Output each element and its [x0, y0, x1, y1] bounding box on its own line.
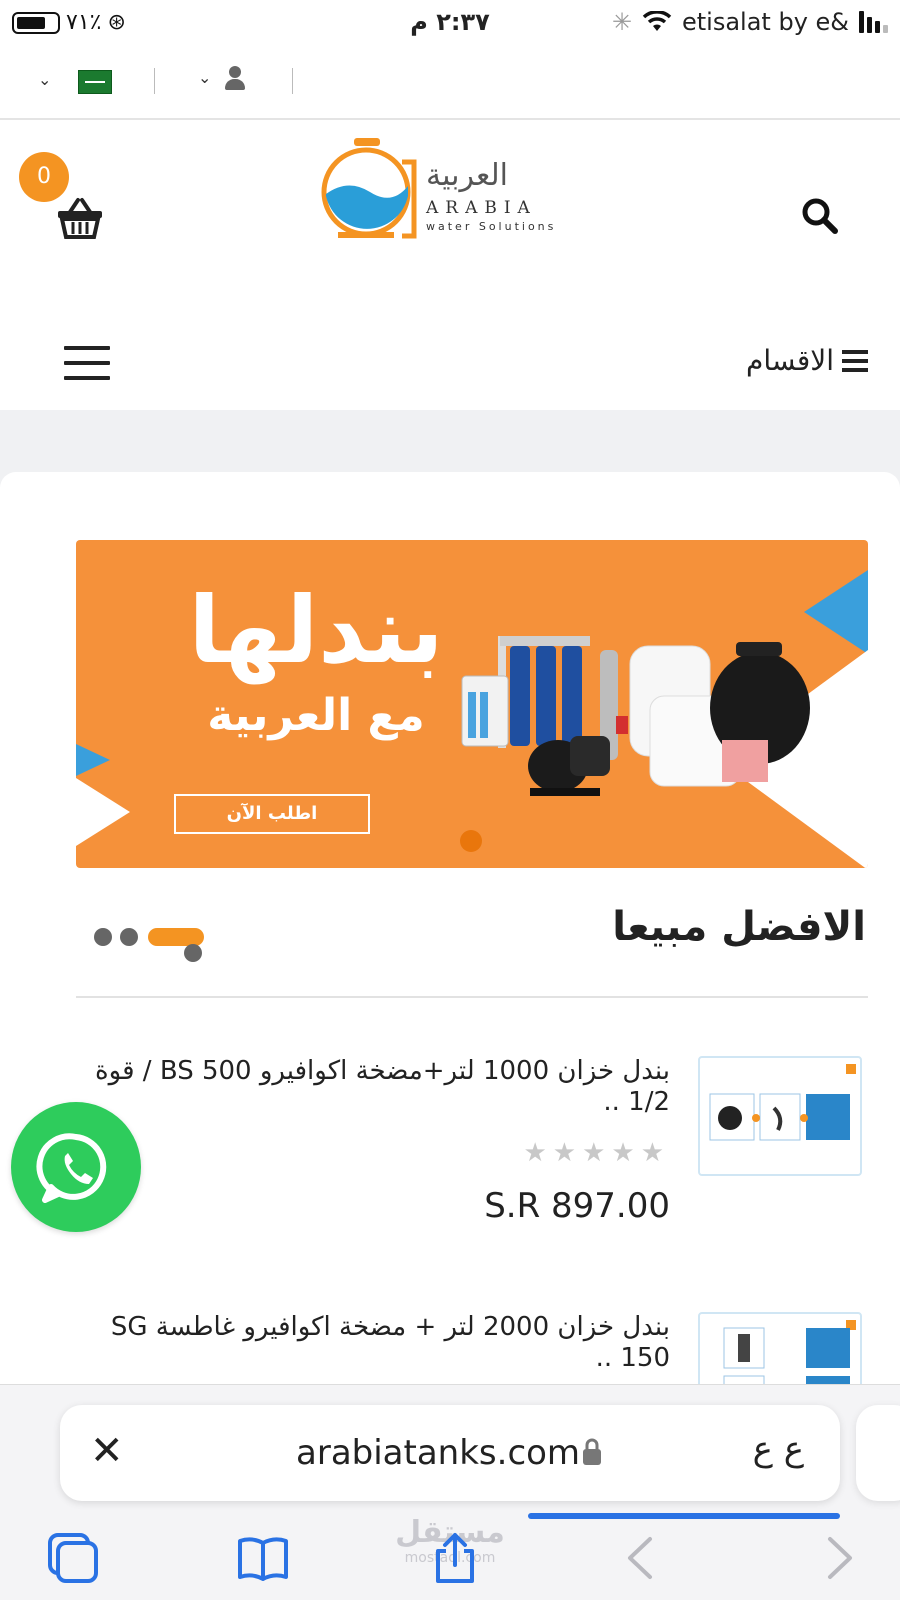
- back-icon[interactable]: [616, 1531, 670, 1585]
- user-account-icon[interactable]: [224, 66, 246, 92]
- browser-toolbar: مستقل mostaql.com: [0, 1511, 900, 1600]
- signal-icon: [859, 11, 888, 33]
- carrier-name: etisalat by e&: [681, 8, 849, 36]
- carousel-dot-active[interactable]: [148, 928, 204, 946]
- decor-triangle: [804, 570, 868, 654]
- search-icon[interactable]: [800, 196, 840, 236]
- address-bar[interactable]: ✕ arabiatanks.com ع ع: [60, 1405, 840, 1519]
- logo-arabic-text: العربية: [426, 158, 508, 193]
- url-text[interactable]: arabiatanks.com: [296, 1433, 580, 1473]
- logo-tagline: water Solutions: [426, 220, 557, 233]
- lock-icon: [583, 1438, 601, 1465]
- order-now-button[interactable]: اطلب الآن: [174, 794, 370, 834]
- decor-triangle: [76, 778, 130, 846]
- whatsapp-icon: [36, 1133, 107, 1203]
- share-icon[interactable]: [428, 1531, 482, 1585]
- tabs-icon[interactable]: [46, 1531, 100, 1585]
- hamburger-menu-icon[interactable]: [64, 346, 110, 382]
- chevron-down-icon[interactable]: ⌄: [198, 68, 211, 87]
- status-bar: ٧١٪ ⊛ ٢:٣٧ م ✳ etisalat by e&: [0, 0, 900, 46]
- divider: [154, 68, 155, 94]
- wifi-icon: [642, 11, 672, 31]
- forward-icon[interactable]: [810, 1531, 864, 1585]
- loading-spinner-icon: ✳: [611, 8, 632, 36]
- decor-triangle: [76, 744, 110, 776]
- next-tab-preview[interactable]: [856, 1405, 900, 1501]
- carousel-indicator[interactable]: [460, 830, 482, 852]
- product-thumbnail[interactable]: [698, 1056, 862, 1176]
- promo-banner[interactable]: بندلها مع العربية اطلب الآن: [76, 540, 868, 868]
- carousel-dot[interactable]: [120, 928, 138, 946]
- products-illustration: [461, 636, 810, 796]
- list-icon: [842, 349, 868, 372]
- chevron-down-icon[interactable]: ⌄: [38, 70, 51, 89]
- categories-label: الاقسام: [746, 344, 834, 377]
- bookmarks-icon[interactable]: [236, 1531, 290, 1585]
- product-title[interactable]: بندل خزان 1000 لتر+مضخة اكوافيرو BS 500 …: [70, 1056, 670, 1118]
- logo-english-text: ARABIA: [426, 198, 537, 218]
- carousel-dot[interactable]: [94, 928, 112, 946]
- logo-emblem-icon: [321, 138, 417, 239]
- carousel-dots[interactable]: [94, 924, 214, 964]
- browser-chrome: ✕ arabiatanks.com ع ع مستقل mostaql.com: [0, 1384, 900, 1600]
- site-header: 0 العربية ARABIA water Solutions الاقسام: [0, 120, 900, 410]
- divider: [292, 68, 293, 94]
- star-rating: ★★★★★: [523, 1138, 670, 1168]
- network-group: ✳ etisalat by e&: [612, 8, 888, 36]
- product-title[interactable]: بندل خزان 2000 لتر + مضخة اكوافيرو غاطسة…: [70, 1312, 670, 1374]
- product-price: S.R 897.00: [484, 1186, 670, 1226]
- cart-count-badge[interactable]: 0: [19, 152, 69, 202]
- saudi-flag-icon[interactable]: [78, 70, 112, 94]
- close-icon[interactable]: ✕: [90, 1431, 124, 1471]
- basket-icon[interactable]: [56, 196, 104, 240]
- carousel-dot[interactable]: [184, 944, 202, 962]
- arabia-logo[interactable]: العربية ARABIA water Solutions: [318, 136, 584, 242]
- section-title: الافضل مبيعا: [612, 904, 866, 950]
- categories-menu[interactable]: الاقسام: [746, 344, 868, 377]
- text-size-button[interactable]: ع ع: [753, 1429, 804, 1469]
- utility-bar: ⌄ ⌄: [0, 46, 900, 120]
- section-divider: [76, 996, 868, 998]
- whatsapp-button[interactable]: [11, 1102, 141, 1232]
